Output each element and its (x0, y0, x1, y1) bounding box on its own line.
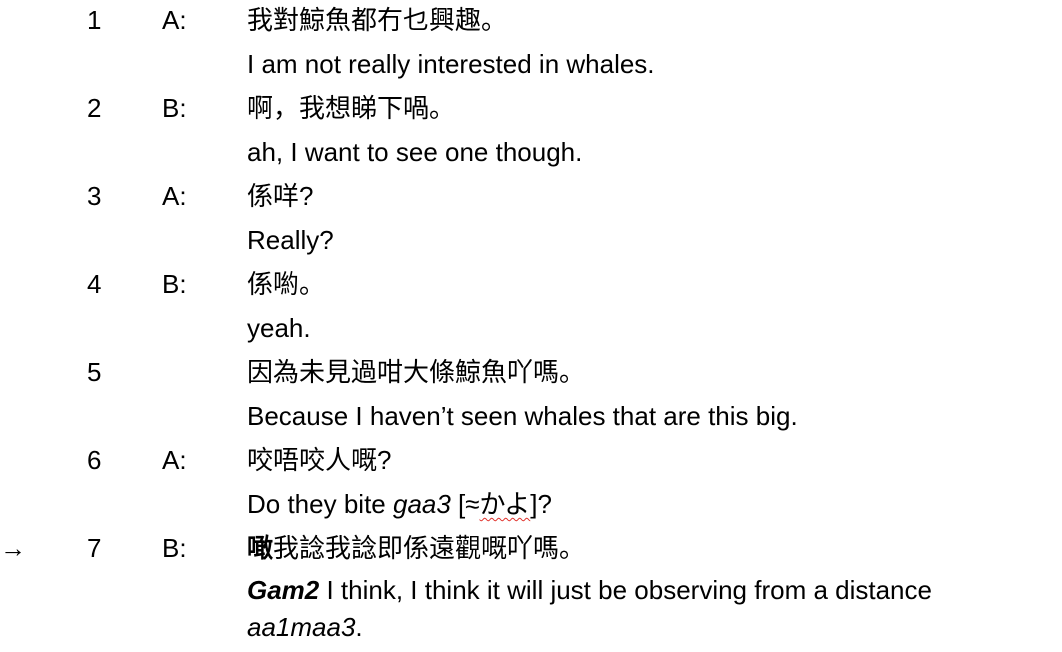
translation-utterance: Really? (247, 225, 334, 255)
turn-number: 4 (87, 269, 102, 299)
original-utterance: 係喲。 (247, 269, 326, 299)
translation-end: . (355, 612, 363, 642)
original-utterance: 咬唔咬人嘅? (247, 445, 392, 475)
turn-number: 5 (87, 357, 102, 387)
translation-utterance: Do they bite gaa3 [≈かよ]? (247, 489, 552, 519)
romanized-term: gaa3 (392, 489, 451, 519)
japanese-gloss: かよ (479, 489, 531, 519)
speaker-label: A: (162, 5, 187, 35)
focus-arrow-icon: → (0, 533, 26, 563)
turn-number: 3 (87, 181, 102, 211)
speaker-label: A: (162, 181, 187, 211)
turn-number: 6 (87, 445, 102, 475)
original-utterance: 噉我諗我諗即係遠觀嘅吖嗎。 (247, 533, 585, 563)
romanized-term: Gam2 (247, 575, 320, 605)
original-utterance: 因為未見過咁大條鯨魚吖嗎。 (247, 357, 586, 387)
translation-utterance: I am not really interested in whales. (247, 49, 655, 79)
translation-continuation: aa1maa3. (247, 612, 363, 642)
original-utterance: 係咩? (247, 181, 314, 211)
translation-utterance: ah, I want to see one though. (247, 137, 583, 167)
speaker-label: B: (162, 533, 187, 563)
transcript: 1 A: 我對鯨魚都冇乜興趣。 I am not really interest… (0, 0, 1062, 652)
translation-utterance: Gam2 I think, I think it will just be ob… (247, 575, 932, 605)
original-utterance: 我對鯨魚都冇乜興趣。 (247, 5, 508, 35)
gloss-bracket-close: ]? (530, 489, 552, 519)
romanized-term: aa1maa3 (247, 612, 356, 642)
translation-text: I think, I think it will just be observi… (319, 575, 932, 605)
original-utterance: 啊，我想睇下喎。 (247, 93, 456, 123)
translation-utterance: Because I haven’t seen whales that are t… (247, 401, 798, 431)
turn-number: 1 (87, 5, 102, 35)
turn-number: 7 (87, 533, 102, 563)
speaker-label: A: (162, 445, 187, 475)
speaker-label: B: (162, 93, 187, 123)
focus-particle: 噉 (247, 533, 274, 563)
translation-utterance: yeah. (247, 313, 311, 343)
gloss-bracket-open: [≈ (450, 489, 480, 519)
speaker-label: B: (162, 269, 187, 299)
turn-number: 2 (87, 93, 102, 123)
translation-text: Do they bite (247, 489, 393, 519)
original-text: 我諗我諗即係遠觀嘅吖嗎。 (273, 533, 586, 563)
